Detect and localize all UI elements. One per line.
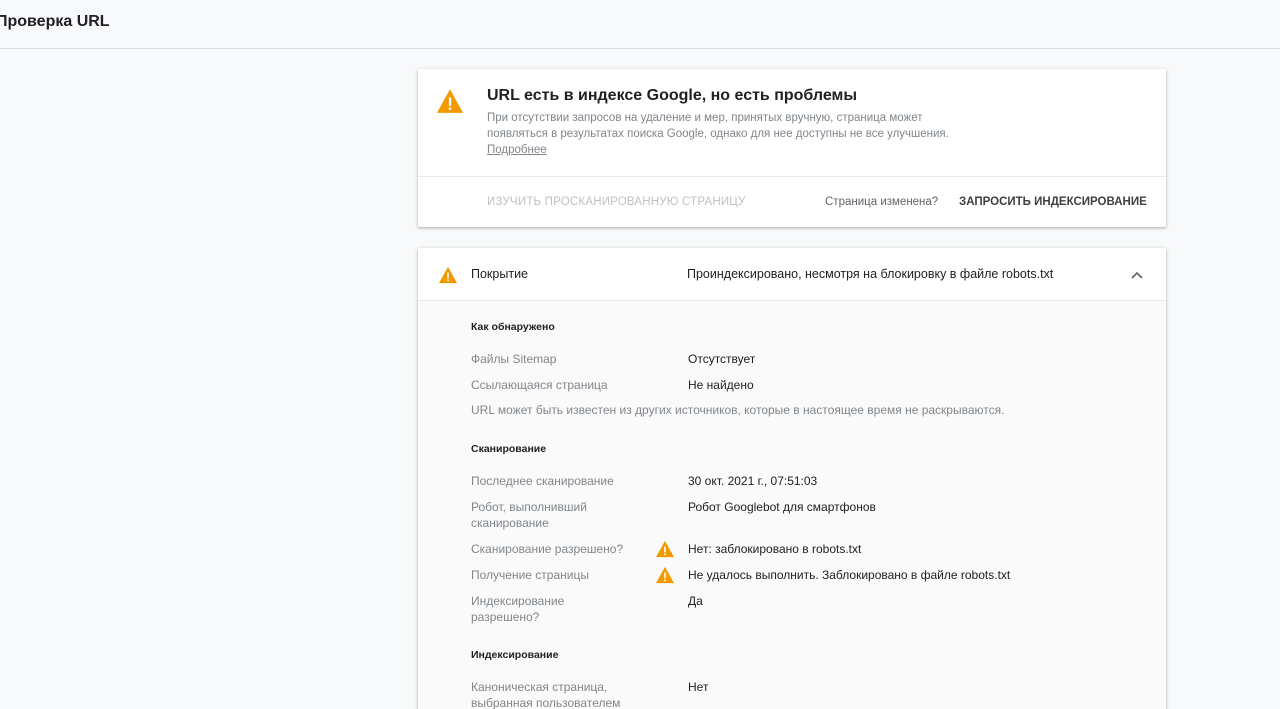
top-bar: Проверка URL [0,0,1280,49]
discovery-section-title: Как обнаружено [471,321,555,333]
referring-page-label: Ссылающаяся страница [471,378,608,392]
page-title: Проверка URL [0,13,110,30]
crawl-allowed-label: Сканирование разрешено? [471,542,624,556]
inspect-crawled-page-button[interactable]: ИЗУЧИТЬ ПРОСКАНИРОВАННУЮ СТРАНИЦУ [487,196,746,208]
warning-icon [437,89,463,113]
sitemaps-label: Файлы Sitemap [471,352,557,366]
page-changed-label: Страница изменена? [825,196,939,208]
coverage-header[interactable]: Покрытие Проиндексировано, несмотря на б… [418,248,1166,301]
crawled-as-label: Робот, выполнивший сканирование [471,500,587,530]
crawl-allowed-value: Нет: заблокировано в robots.txt [688,542,862,556]
user-canonical-label: Каноническая страница, выбранная пользов… [471,680,621,709]
coverage-card: Покрытие Проиндексировано, несмотря на б… [418,248,1166,709]
status-description-text: При отсутствии запросов на удаление и ме… [487,112,949,140]
crawled-as-value: Робот Googlebot для смартфонов [688,500,876,514]
user-canonical-value: Нет [688,680,709,694]
discovery-note: URL может быть известен из других источн… [471,403,1005,417]
status-title: URL есть в индексе Google, но есть пробл… [487,87,858,104]
sitemaps-value: Отсутствует [688,352,756,366]
status-description: При отсутствии запросов на удаление и ме… [487,110,977,158]
index-status-card: URL есть в индексе Google, но есть пробл… [418,69,1166,227]
chevron-up-icon[interactable] [1130,270,1144,280]
page-fetch-label: Получение страницы [471,568,589,582]
crawl-section-title: Сканирование [471,443,547,455]
warning-icon [656,566,674,584]
learn-more-link[interactable]: Подробнее [487,144,547,156]
last-crawl-value: 30 окт. 2021 г., 07:51:03 [688,474,818,488]
coverage-label: Покрытие [471,267,529,281]
indexing-allowed-value: Да [688,594,703,608]
coverage-value: Проиндексировано, несмотря на блокировку… [687,267,1054,281]
coverage-details: Как обнаружено Файлы Sitemap Отсутствует… [418,301,1166,709]
divider [418,176,1166,177]
indexing-section-title: Индексирование [471,649,559,661]
page-fetch-value: Не удалось выполнить. Заблокировано в фа… [688,568,1011,582]
warning-icon [439,266,457,284]
referring-page-value: Не найдено [688,378,754,392]
last-crawl-label: Последнее сканирование [471,474,614,488]
request-indexing-button[interactable]: ЗАПРОСИТЬ ИНДЕКСИРОВАНИЕ [959,196,1147,208]
warning-icon [656,540,674,558]
indexing-allowed-label: Индексирование разрешено? [471,594,565,624]
